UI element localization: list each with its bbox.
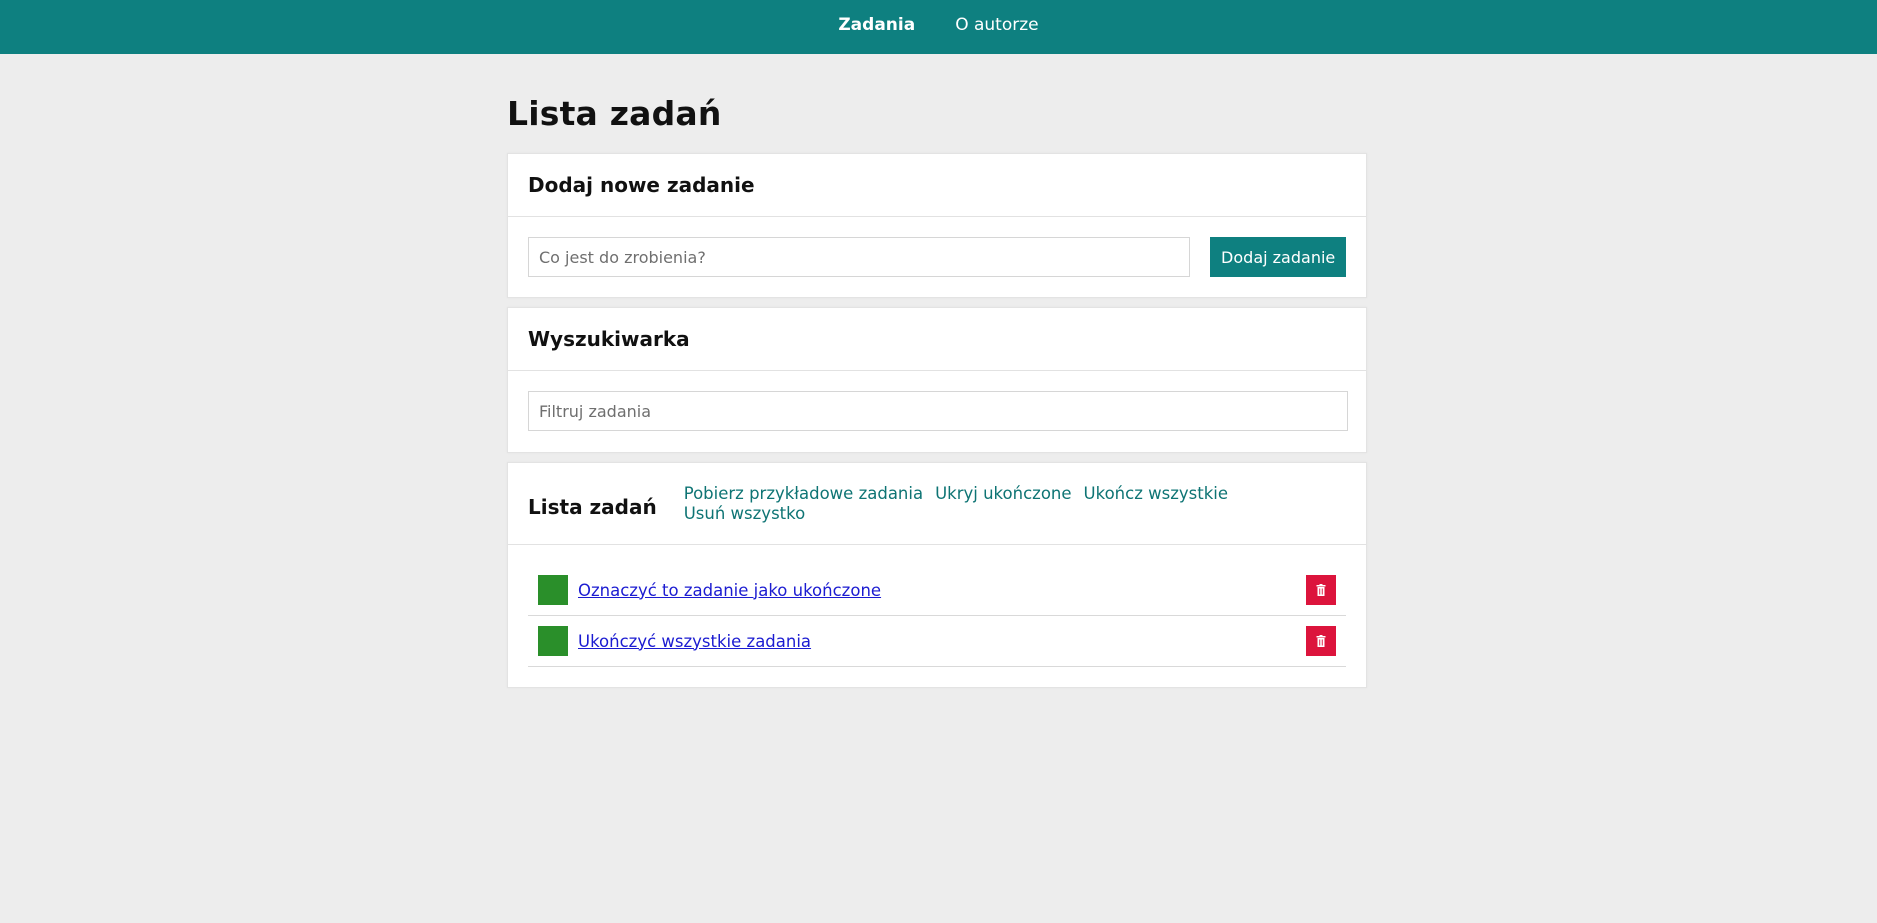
hide-completed-link[interactable]: Ukryj ukończone <box>935 484 1071 503</box>
trash-icon <box>1316 635 1326 647</box>
top-navbar: Zadania O autorze <box>0 0 1877 54</box>
add-task-card: Dodaj nowe zadanie Dodaj zadanie <box>507 153 1367 298</box>
delete-all-link[interactable]: Usuń wszystko <box>684 504 805 523</box>
task-list-header-row: Lista zadań Pobierz przykładowe zadania … <box>528 484 1264 523</box>
delete-task-button[interactable] <box>1306 575 1336 605</box>
add-task-button[interactable]: Dodaj zadanie <box>1210 237 1346 277</box>
complete-checkbox[interactable] <box>538 626 568 656</box>
task-list-card-header: Lista zadań Pobierz przykładowe zadania … <box>508 463 1366 545</box>
add-task-card-title: Dodaj nowe zadanie <box>528 173 755 197</box>
task-row: Oznaczyć to zadanie jako ukończone <box>528 565 1346 616</box>
search-card-header: Wyszukiwarka <box>508 308 1366 371</box>
task-text[interactable]: Oznaczyć to zadanie jako ukończone <box>578 581 881 600</box>
task-list-actions: Pobierz przykładowe zadania Ukryj ukończ… <box>684 484 1264 523</box>
task-row: Ukończyć wszystkie zadania <box>528 616 1346 667</box>
complete-checkbox[interactable] <box>538 575 568 605</box>
add-task-form: Dodaj zadanie <box>508 217 1366 297</box>
task-list-card-title: Lista zadań <box>528 494 657 519</box>
search-card-title: Wyszukiwarka <box>528 327 690 351</box>
nav-link-tasks[interactable]: Zadania <box>838 15 915 35</box>
task-text[interactable]: Ukończyć wszystkie zadania <box>578 632 811 651</box>
trash-icon <box>1316 584 1326 596</box>
task-list-card: Lista zadań Pobierz przykładowe zadania … <box>507 462 1367 688</box>
filter-tasks-input[interactable] <box>528 391 1348 431</box>
nav-link-about[interactable]: O autorze <box>955 15 1038 35</box>
delete-task-button[interactable] <box>1306 626 1336 656</box>
add-task-card-header: Dodaj nowe zadanie <box>508 154 1366 217</box>
page-title: Lista zadań <box>507 94 722 133</box>
new-task-input[interactable] <box>528 237 1191 277</box>
search-form <box>508 371 1366 451</box>
complete-all-link[interactable]: Ukończ wszystkie <box>1084 484 1228 503</box>
load-sample-tasks-link[interactable]: Pobierz przykładowe zadania <box>684 484 923 503</box>
search-card: Wyszukiwarka <box>507 307 1367 453</box>
task-list: Oznaczyć to zadanie jako ukończone Ukońc… <box>508 545 1366 687</box>
